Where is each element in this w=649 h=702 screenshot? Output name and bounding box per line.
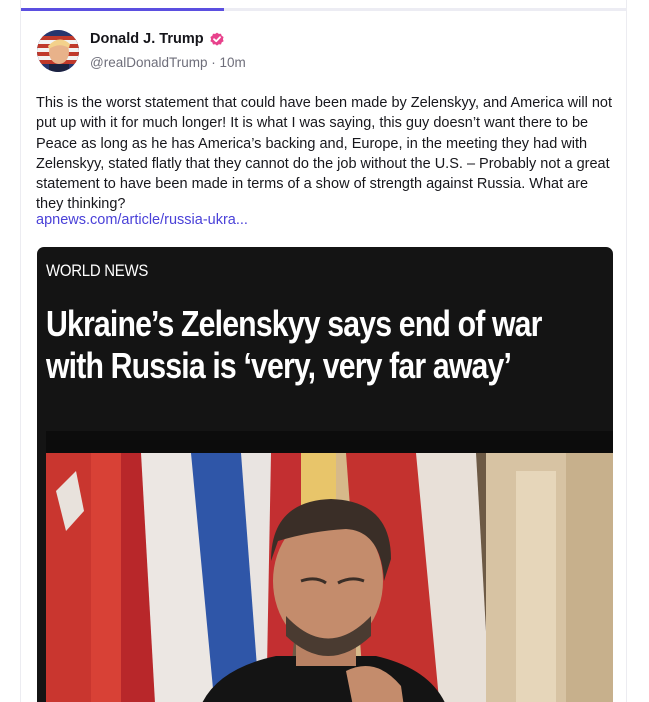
- author-name[interactable]: Donald J. Trump: [90, 31, 204, 47]
- card-photo-topbar: [46, 431, 613, 453]
- verified-badge-icon: [209, 31, 225, 47]
- post-body-text: This is the worst statement that could h…: [36, 95, 612, 213]
- card-headline: Ukraine’s Zelenskyy says end of war with…: [46, 303, 542, 386]
- post-time[interactable]: 10m: [220, 55, 246, 70]
- author-row: Donald J. Trump: [90, 31, 225, 47]
- handle-row: @realDonaldTrump · 10m: [90, 55, 246, 70]
- card-section-tag: WORLD NEWS: [46, 261, 149, 280]
- post-link[interactable]: apnews.com/article/russia-ukra...: [36, 212, 248, 228]
- avatar[interactable]: [37, 30, 79, 72]
- tab-active-indicator[interactable]: [21, 8, 224, 11]
- post-container: Donald J. Trump @realDonaldTrump · 10m T…: [20, 0, 627, 702]
- link-preview-card[interactable]: WORLD NEWS Ukraine’s Zelenskyy says end …: [37, 247, 613, 702]
- author-handle[interactable]: @realDonaldTrump: [90, 55, 208, 70]
- card-photo: [46, 431, 613, 702]
- meta-separator: ·: [211, 55, 216, 70]
- tab-bar: [21, 8, 626, 11]
